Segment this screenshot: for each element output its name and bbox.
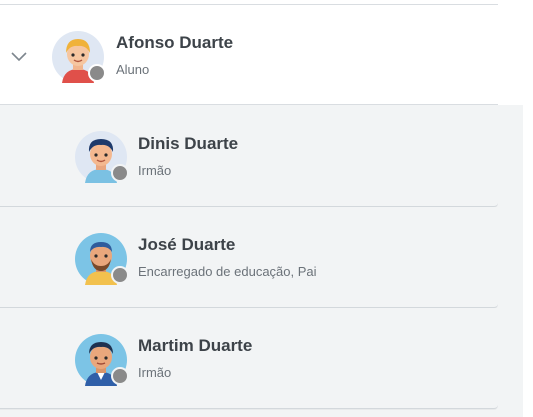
relative-name[interactable]: Dinis Duarte [138,134,238,154]
list-item[interactable]: José Duarte Encarregado de educação, Pai [0,207,498,308]
student-row[interactable]: Afonso Duarte Aluno [0,5,498,105]
relative-name[interactable]: Martim Duarte [138,336,252,356]
avatar [52,31,106,83]
student-role: Aluno [116,62,150,77]
list-item[interactable]: Martim Duarte Irmão [0,308,498,409]
status-indicator [111,367,129,385]
chevron-down-icon[interactable] [10,50,28,62]
status-indicator [111,164,129,182]
status-indicator [111,266,129,284]
relative-name[interactable]: José Duarte [138,235,235,255]
avatar [75,334,129,386]
relative-role: Encarregado de educação, Pai [138,264,317,279]
list-item[interactable]: Dinis Duarte Irmão [0,106,498,207]
relative-role: Irmão [138,365,172,380]
status-indicator [88,64,106,82]
relative-role: Irmão [138,163,172,178]
avatar [75,131,129,183]
family-list: Afonso Duarte Aluno Dinis Duarte Irmão J… [0,0,533,417]
student-name[interactable]: Afonso Duarte [116,33,233,53]
avatar [75,233,129,285]
